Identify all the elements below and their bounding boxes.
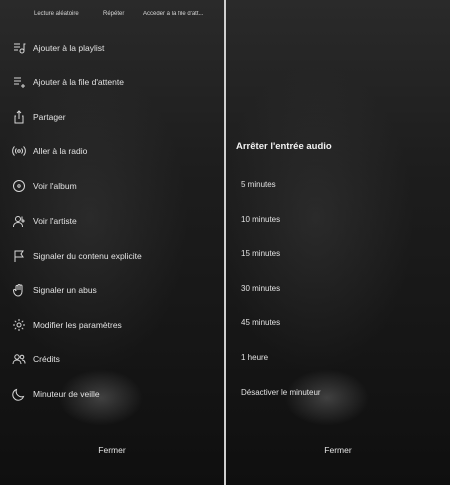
menu-item-credits[interactable]: Crédits: [0, 347, 224, 371]
menu-item-add-to-queue[interactable]: Ajouter à la file d'attente: [0, 70, 224, 94]
timer-option-30-min[interactable]: 30 minutes: [226, 279, 450, 301]
album-icon: [12, 179, 26, 193]
context-menu-panel: Lecture aléatoire Répéter Accéder à la f…: [0, 0, 224, 485]
playlist-add-icon: [12, 41, 26, 55]
screen: Lecture aléatoire Répéter Accéder à la f…: [0, 0, 450, 485]
share-icon: [12, 110, 26, 124]
top-actions-row: Lecture aléatoire Répéter Accéder à la f…: [0, 0, 224, 20]
settings-icon: [12, 318, 26, 332]
flag-icon: [12, 249, 26, 263]
sleep-timer-title: Arrêter l'entrée audio: [236, 141, 332, 152]
shuffle-button[interactable]: Lecture aléatoire: [34, 11, 79, 17]
hand-icon: [12, 283, 26, 297]
timer-option-10-min[interactable]: 10 minutes: [226, 210, 450, 232]
radio-icon: [12, 144, 26, 158]
moon-icon: [12, 387, 26, 401]
sleep-timer-panel: Arrêter l'entrée audio 5 minutes 10 minu…: [226, 0, 450, 485]
menu-item-add-to-playlist[interactable]: Ajouter à la playlist: [0, 36, 224, 60]
menu-item-sleep-timer[interactable]: Minuteur de veille: [0, 382, 224, 406]
timer-option-disable[interactable]: Désactiver le minuteur: [226, 383, 450, 405]
artist-icon: [12, 214, 26, 228]
go-to-queue-button[interactable]: Accéder à la file d'att...: [143, 11, 219, 17]
menu-item-report-explicit[interactable]: Signaler du contenu explicite: [0, 244, 224, 268]
close-button[interactable]: Fermer: [226, 441, 450, 459]
menu-item-report-abuse[interactable]: Signaler un abus: [0, 278, 224, 302]
timer-option-1-hour[interactable]: 1 heure: [226, 348, 450, 370]
timer-option-15-min[interactable]: 15 minutes: [226, 244, 450, 266]
menu-item-go-to-radio[interactable]: Aller à la radio: [0, 139, 224, 163]
menu-item-share[interactable]: Partager: [0, 105, 224, 129]
close-button[interactable]: Fermer: [0, 441, 224, 459]
menu-item-edit-settings[interactable]: Modifier les paramètres: [0, 313, 224, 337]
timer-option-5-min[interactable]: 5 minutes: [226, 175, 450, 197]
menu-item-view-album[interactable]: Voir l'album: [0, 174, 224, 198]
repeat-button[interactable]: Répéter: [103, 11, 124, 17]
credits-icon: [12, 352, 26, 366]
timer-option-45-min[interactable]: 45 minutes: [226, 313, 450, 335]
menu-item-view-artist[interactable]: Voir l'artiste: [0, 209, 224, 233]
queue-add-icon: [12, 75, 26, 89]
